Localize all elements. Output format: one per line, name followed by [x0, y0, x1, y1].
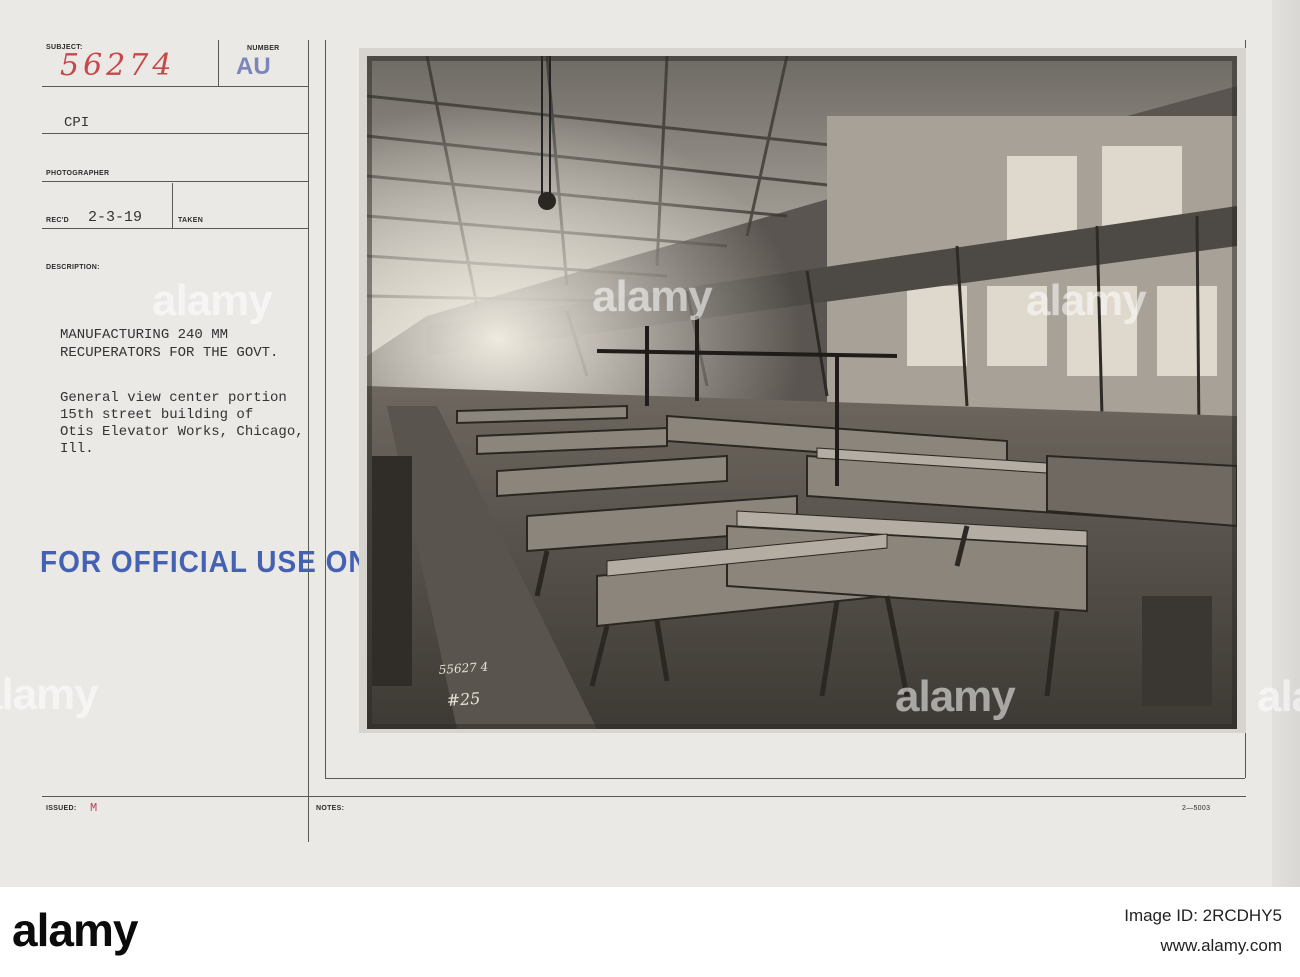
watermark-5: alamy — [895, 672, 1016, 721]
rule-subject-divider — [218, 40, 219, 86]
recd-date: 2-3-19 — [88, 209, 143, 226]
detail-line-2: 15th street building of — [60, 407, 254, 423]
rule-top-subject — [42, 86, 308, 87]
rule-recd-divider — [172, 183, 173, 228]
rule-recd — [42, 228, 308, 229]
photographer-label: PHOTOGRAPHER — [46, 170, 110, 177]
card-edge-shadow — [1272, 0, 1300, 887]
detail-line-1: General view center portion — [60, 390, 287, 406]
site-url[interactable]: www.alamy.com — [1124, 931, 1282, 961]
description-line-2: RECUPERATORS FOR THE GOVT. — [60, 345, 279, 361]
alamy-logo[interactable]: alamy — [12, 903, 138, 957]
recd-label: REC'D — [46, 217, 69, 224]
watermark-4: alamy — [592, 272, 713, 321]
issued-value: M — [90, 801, 98, 815]
taken-label: TAKEN — [178, 217, 204, 224]
rule-photo-box-bottom — [325, 778, 1245, 779]
number-label: NUMBER — [247, 45, 280, 52]
watermark-2: alamy — [1026, 276, 1147, 325]
form-number: 2—5003 — [1182, 805, 1211, 812]
rule-photo-box-left — [325, 40, 326, 778]
image-id: Image ID: 2RCDHY5 — [1124, 906, 1282, 925]
rule-photographer — [42, 181, 308, 182]
alamy-footer: alamy Image ID: 2RCDHY5 www.alamy.com — [0, 887, 1300, 977]
agency: CPI — [64, 115, 90, 131]
factory-interior-image: 55627 4 #25 — [367, 56, 1237, 729]
detail-line-3: Otis Elevator Works, Chicago, — [60, 424, 304, 440]
factory-photograph: 55627 4 #25 — [367, 56, 1237, 729]
issued-label: ISSUED: — [46, 805, 77, 812]
rule-bottom — [42, 796, 1246, 797]
archive-card: SUBJECT: 56274 NUMBER AU CPI PHOTOGRAPHE… — [0, 0, 1300, 887]
subject-number: 56274 — [60, 48, 176, 83]
watermark-3: alamy — [0, 670, 99, 719]
rule-left-column — [308, 40, 309, 842]
image-id-block: Image ID: 2RCDHY5 www.alamy.com — [1124, 901, 1282, 961]
description-line-1: MANUFACTURING 240 MM — [60, 327, 229, 343]
number-value: AU — [236, 53, 271, 80]
description-label: DESCRIPTION: — [46, 264, 100, 271]
detail-line-4: Ill. — [60, 441, 94, 457]
rule-agency — [42, 133, 308, 134]
official-use-stamp: FOR OFFICIAL USE ONLY — [40, 544, 405, 579]
watermark-6: alamy — [1257, 672, 1300, 721]
watermark-1: alamy — [152, 276, 273, 325]
notes-label: NOTES: — [316, 805, 345, 812]
photo-handwritten-number: #25 — [446, 689, 481, 710]
